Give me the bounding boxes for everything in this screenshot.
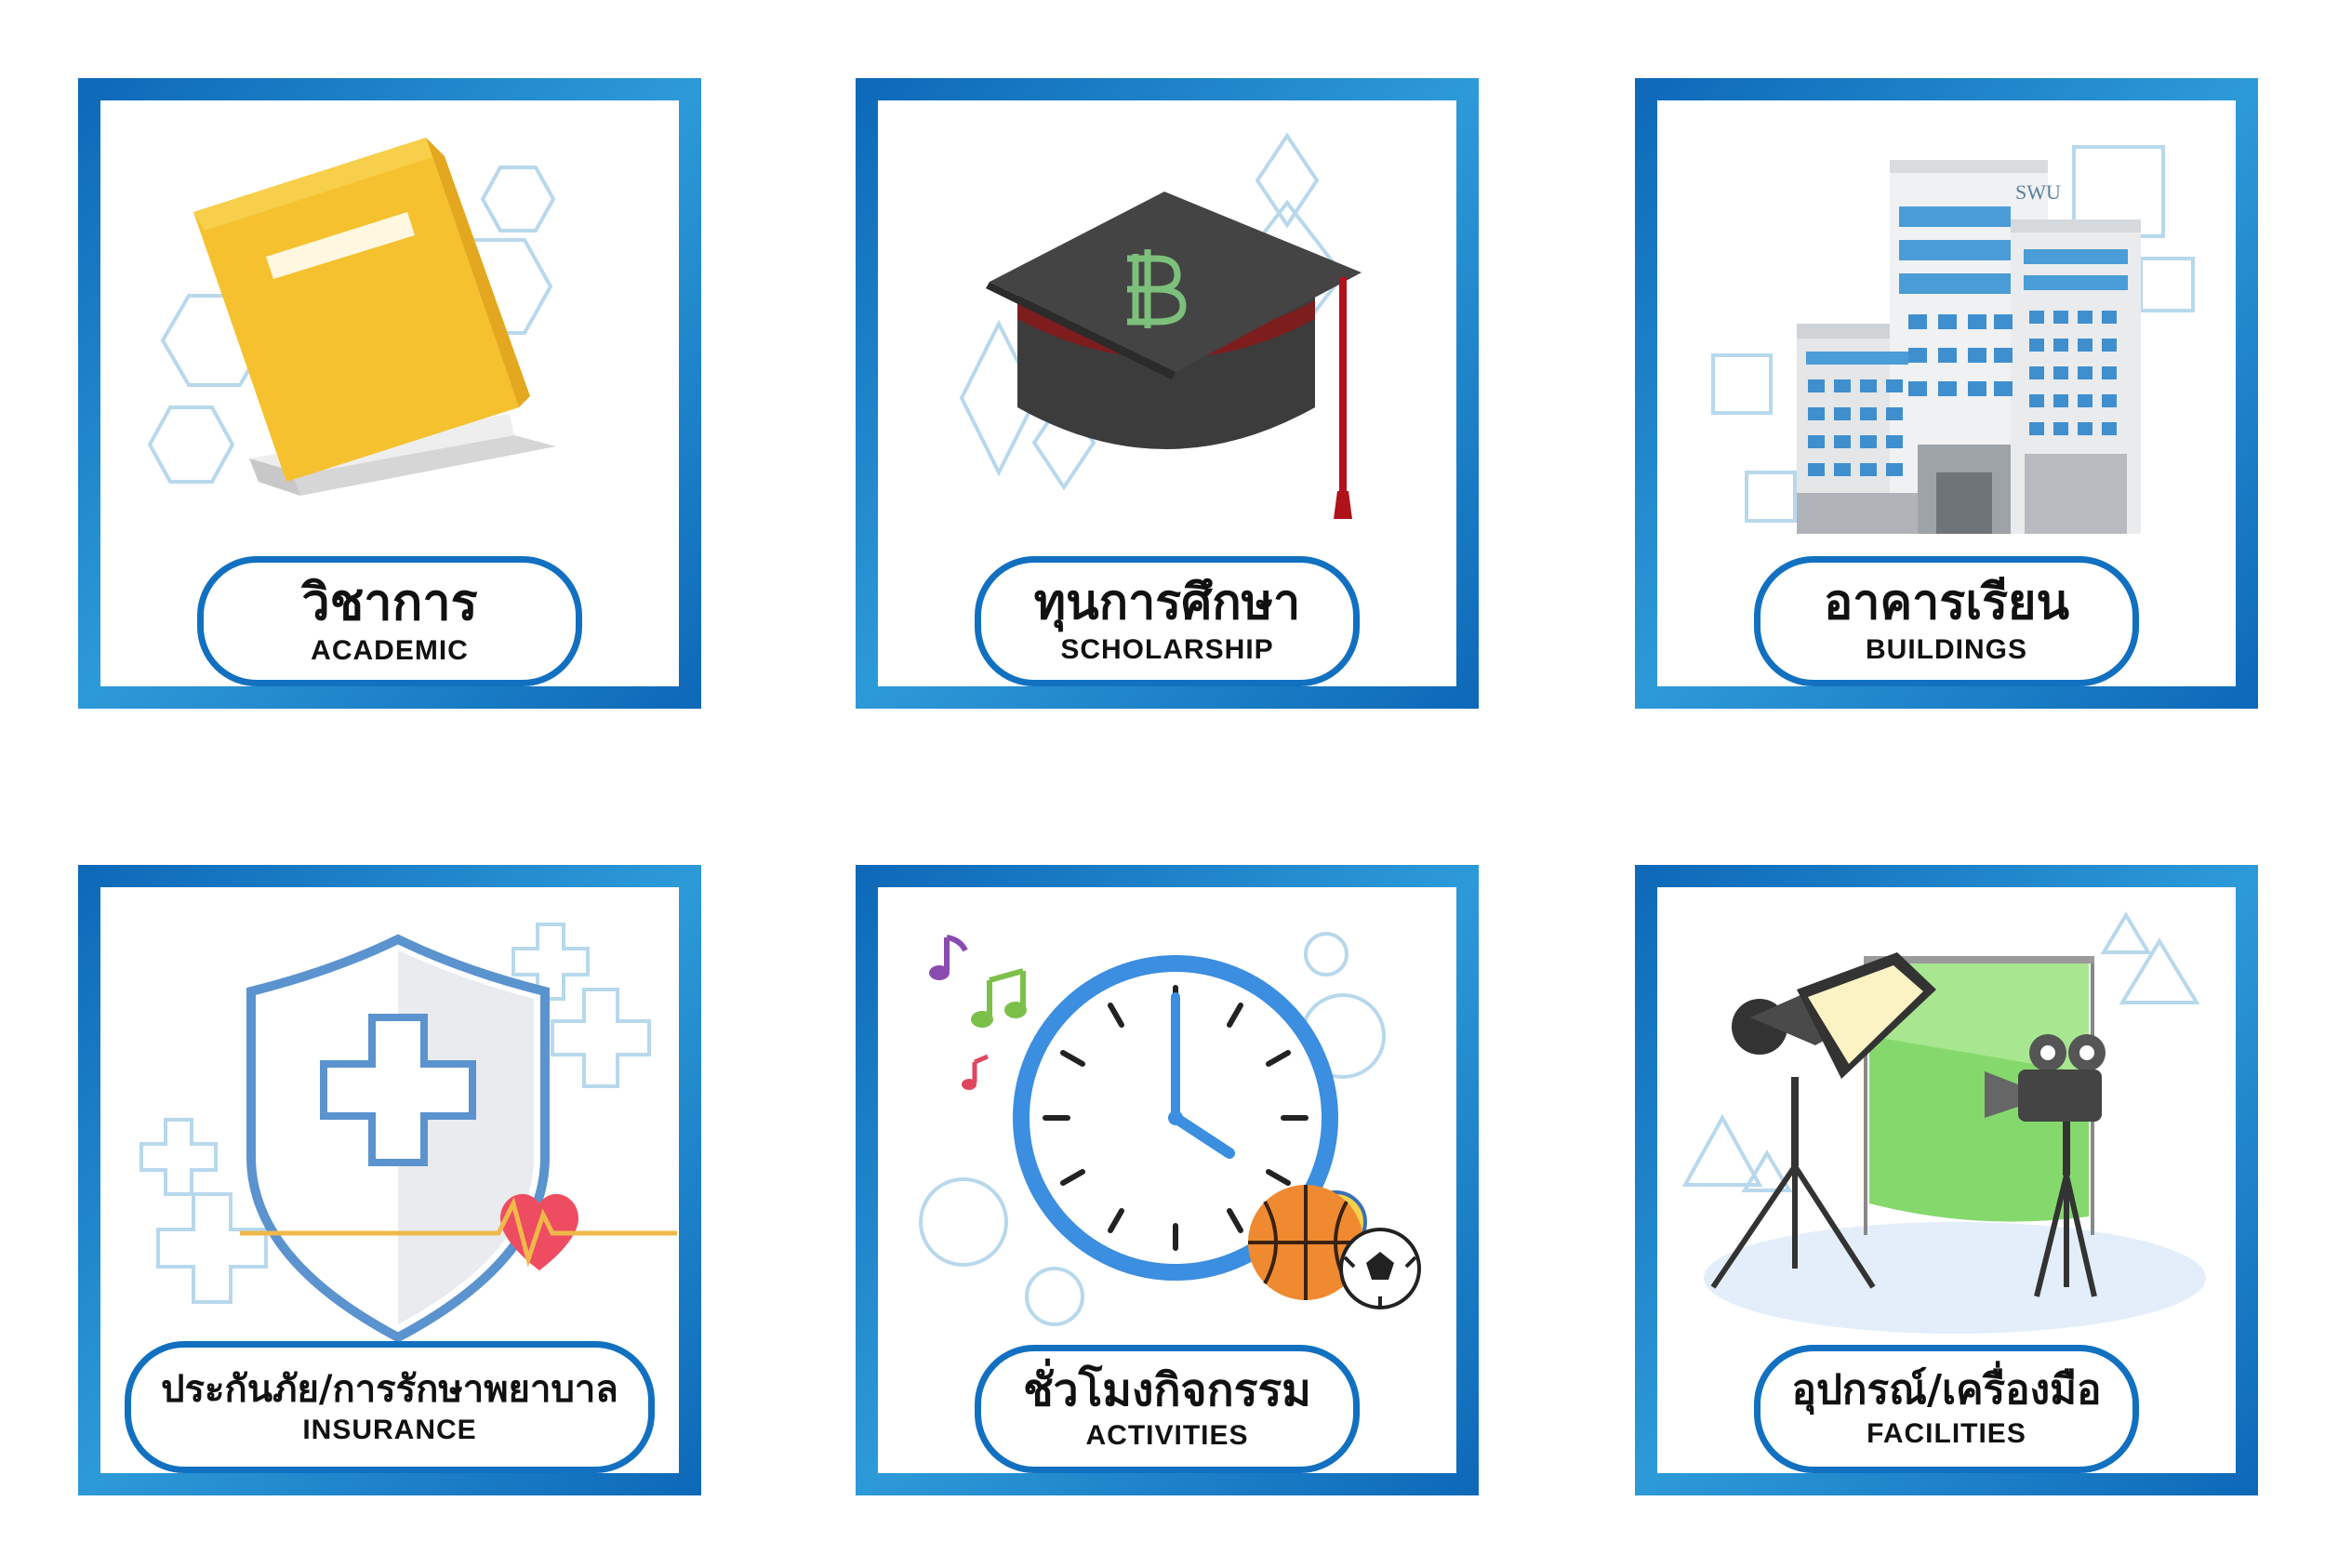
music-notes-icon [929, 935, 1027, 1090]
title-en-buildings: BUILDINGS [1866, 633, 2027, 665]
card-activities[interactable]: ชั่วโมงกิจกรรม ACTIVITIES [856, 865, 1479, 1495]
title-en-scholarship: SCHOLARSHIP [1060, 633, 1274, 665]
title-th-academic: วิชาการ [301, 573, 478, 632]
card-academic[interactable]: วิชาการ ACADEMIC [78, 78, 701, 709]
card-insurance-inner: ประกันภัย/การรักษาพยาบาล INSURANCE [100, 887, 679, 1473]
label-academic: วิชาการ ACADEMIC [197, 556, 582, 686]
card-scholarship[interactable]: ทุนการศึกษา SCHOLARSHIP [856, 78, 1479, 709]
title-th-activities: ชั่วโมงกิจกรรม [1023, 1364, 1311, 1417]
card-buildings-inner: SWU อาคารเรียน BUILDINGS [1657, 100, 2236, 686]
card-facilities-inner: อุปกรณ์/เครื่องมือ FACILITIES [1657, 887, 2236, 1473]
card-facilities[interactable]: อุปกรณ์/เครื่องมือ FACILITIES [1635, 865, 2258, 1495]
title-en-insurance: INSURANCE [302, 1414, 477, 1445]
label-activities: ชั่วโมงกิจกรรม ACTIVITIES [975, 1345, 1360, 1473]
card-activities-inner: ชั่วโมงกิจกรรม ACTIVITIES [878, 887, 1456, 1473]
swu-sign: SWU [2015, 180, 2061, 204]
label-facilities: อุปกรณ์/เครื่องมือ FACILITIES [1754, 1345, 2139, 1473]
label-scholarship: ทุนการศึกษา SCHOLARSHIP [975, 556, 1360, 686]
title-en-facilities: FACILITIES [1867, 1417, 2026, 1449]
label-insurance: ประกันภัย/การรักษาพยาบาล INSURANCE [125, 1341, 655, 1473]
card-insurance[interactable]: ประกันภัย/การรักษาพยาบาล INSURANCE [78, 865, 701, 1495]
card-academic-inner: วิชาการ ACADEMIC [100, 100, 679, 686]
card-scholarship-inner: ทุนการศึกษา SCHOLARSHIP [878, 100, 1456, 686]
title-en-academic: ACADEMIC [311, 634, 469, 666]
sports-balls-icon [1248, 1185, 1421, 1309]
label-buildings: อาคารเรียน BUILDINGS [1754, 556, 2139, 686]
title-th-buildings: อาคารเรียน [1823, 575, 2070, 631]
title-en-activities: ACTIVITIES [1085, 1419, 1249, 1451]
title-th-facilities: อุปกรณ์/เครื่องมือ [1791, 1366, 2102, 1415]
title-th-scholarship: ทุนการศึกษา [1033, 575, 1301, 631]
title-th-insurance: ประกันภัย/การรักษาพยาบาล [161, 1367, 618, 1411]
card-buildings[interactable]: SWU อาคารเรียน BUILDINGS [1635, 78, 2258, 709]
